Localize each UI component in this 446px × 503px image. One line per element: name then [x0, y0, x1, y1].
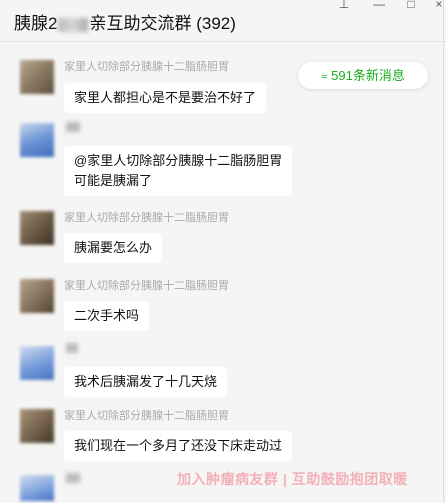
avatar[interactable] [20, 475, 54, 501]
avatar[interactable] [20, 211, 54, 245]
message-bubble[interactable]: 我们现在一个多月了还没下床走动过 [64, 431, 293, 461]
chat-title-prefix: 胰腺2 [14, 14, 58, 33]
message-bubble[interactable]: 二次手术吗 [64, 301, 150, 331]
sender-name[interactable]: 家里人切除部分胰腺十二脂肠胆胃 [64, 58, 229, 74]
sender-name-blurred [66, 473, 80, 483]
sender-name[interactable]: 家里人切除部分胰腺十二脂肠胆胃 [64, 407, 229, 423]
sender-name[interactable]: 家里人切除部分胰腺十二脂肠胆胃 [64, 209, 229, 225]
message-bubble[interactable]: 胰漏要怎么办 [64, 233, 163, 263]
minimize-icon[interactable]: — [368, 0, 390, 14]
message-bubble[interactable]: 我术后胰漏发了十几天烧 [64, 367, 228, 397]
window-border [443, 0, 444, 503]
sender-name-blurred [66, 343, 78, 353]
maximize-icon[interactable]: □ [400, 0, 422, 14]
new-messages-button[interactable]: ≈591条新消息 [298, 62, 428, 89]
avatar[interactable] [20, 409, 54, 443]
chevron-double-up-icon: ≈ [321, 71, 328, 83]
title-bar: 胰腺2 亲互助交流群 (392) ⊥ — □ × [0, 0, 446, 42]
sender-name-blurred [66, 122, 80, 132]
watermark: 加入肿瘤病友群 | 互助鼓励抱团取暖 [177, 471, 408, 487]
new-messages-count: 591条新消息 [331, 68, 405, 83]
title-blurred-segment [58, 17, 89, 32]
avatar[interactable] [20, 123, 54, 157]
pin-icon[interactable]: ⊥ [333, 0, 355, 14]
member-count: (392) [196, 14, 236, 33]
message-bubble[interactable]: 家里人都担心是不是要治不好了 [64, 83, 267, 113]
sender-name[interactable]: 家里人切除部分胰腺十二脂肠胆胃 [64, 277, 229, 293]
avatar[interactable] [20, 346, 54, 380]
chat-title: 胰腺2 亲互助交流群 (392) [14, 9, 236, 34]
avatar[interactable] [20, 60, 54, 94]
chat-title-middle: 亲互助交流群 [89, 14, 192, 33]
message-bubble[interactable]: @家里人切除部分胰腺十二脂肠胆胃 可能是胰漏了 [64, 146, 293, 196]
avatar[interactable] [20, 279, 54, 313]
chat-history[interactable]: 家里人切除部分胰腺十二脂肠胆胃 家里人都担心是不是要治不好了 @家里人切除部分胰… [0, 43, 446, 503]
